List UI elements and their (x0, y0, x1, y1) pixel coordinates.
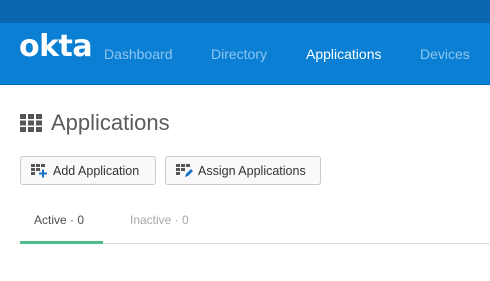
nav-devices[interactable]: Devices (420, 46, 470, 62)
page-title: Applications (20, 109, 170, 137)
grid-add-icon (31, 163, 47, 177)
assign-applications-label: Assign Applications (198, 163, 306, 178)
okta-logo[interactable]: okta (19, 29, 93, 64)
page-title-text: Applications (51, 110, 170, 135)
grid-assign-icon (176, 163, 193, 177)
add-application-label: Add Application (53, 163, 140, 178)
tab-active[interactable]: Active · 0 (34, 213, 84, 227)
top-navbar: okta Dashboard Directory Applications De… (0, 23, 490, 85)
assign-applications-button[interactable]: Assign Applications (165, 156, 321, 185)
nav-dashboard[interactable]: Dashboard (104, 46, 173, 62)
nav-applications[interactable]: Applications (306, 46, 382, 62)
nav-directory[interactable]: Directory (211, 46, 267, 62)
top-strip (0, 0, 490, 23)
tab-inactive[interactable]: Inactive · 0 (130, 213, 189, 227)
active-tab-indicator (20, 241, 103, 244)
add-application-button[interactable]: Add Application (20, 156, 156, 185)
grid-icon (20, 114, 42, 132)
